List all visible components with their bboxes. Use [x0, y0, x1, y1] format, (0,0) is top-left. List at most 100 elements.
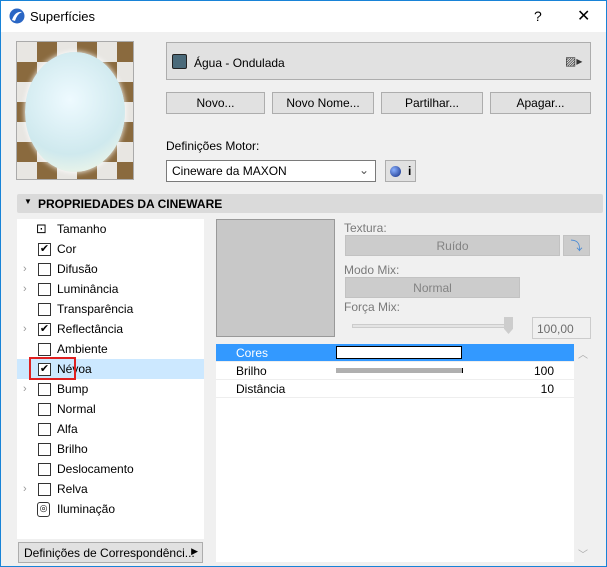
channel-item[interactable]: Alfa [17, 419, 204, 439]
mix-strength-slider[interactable] [352, 324, 512, 328]
engine-select[interactable]: Cineware da MAXON ⌄ [166, 160, 376, 182]
mix-mode-select[interactable]: Normal [345, 277, 520, 298]
brightness-bar[interactable] [336, 368, 463, 373]
expand-chevron-icon[interactable]: › [23, 383, 27, 395]
param-value: 100 [533, 364, 554, 378]
channel-label: Brilho [57, 442, 88, 456]
channel-item[interactable]: Ambiente [17, 339, 204, 359]
channel-item[interactable]: ✔ Cor [17, 239, 204, 259]
close-button[interactable]: ✕ [577, 6, 590, 26]
channel-item[interactable]: Deslocamento [17, 459, 204, 479]
texture-label: Textura: [344, 221, 387, 235]
channel-checkbox[interactable] [38, 342, 51, 356]
chevron-down-icon: ⌄ [359, 163, 370, 177]
mapping-settings-label: Definições de Correspondênci... [24, 545, 195, 560]
channel-list: ⊡ Tamanho ✔ Cor › Difusão › Luminância Transparê… [17, 219, 204, 539]
expand-chevron-icon[interactable]: › [23, 263, 27, 275]
channel-item[interactable]: Transparência [17, 299, 204, 319]
engine-select-value: Cineware da MAXON [172, 164, 287, 178]
channel-checkbox[interactable]: ✔ [38, 322, 51, 336]
expand-chevron-icon[interactable]: › [23, 283, 27, 295]
info-icon: i [407, 164, 412, 178]
mix-mode-label: Modo Mix: [344, 263, 400, 277]
texture-button[interactable]: Ruído [345, 235, 560, 256]
channel-item[interactable]: › Relva [17, 479, 204, 499]
param-value: 10 [540, 382, 554, 396]
channel-label: Relva [57, 482, 88, 496]
channel-item[interactable]: › Luminância [17, 279, 204, 299]
parameter-table: Cores Brilho 100 Distância 10 [216, 344, 574, 562]
texture-preview [216, 219, 335, 337]
new-button[interactable]: Novo... [166, 92, 265, 114]
help-button[interactable]: ? [534, 8, 542, 24]
param-name: Cores [236, 346, 269, 360]
channel-checkbox[interactable]: ✔ [38, 242, 51, 256]
mix-strength-field[interactable]: 100,00 [532, 317, 591, 339]
channel-checkbox[interactable] [38, 462, 51, 476]
scroll-up-icon[interactable]: ︿ [578, 346, 588, 361]
share-button[interactable]: Partilhar... [381, 92, 483, 114]
engine-label: Definições Motor: [166, 139, 260, 153]
window-title: Superfícies [30, 9, 96, 24]
channel-item[interactable]: › Difusão [17, 259, 204, 279]
channel-label: Alfa [57, 422, 78, 436]
mapping-settings-button[interactable]: Definições de Correspondênci... ▶ [18, 542, 203, 563]
color-swatch[interactable] [336, 346, 462, 359]
channel-item[interactable]: ⊡ Tamanho [17, 219, 204, 239]
surfaces-dialog: Superfícies ? ✕ Água - Ondulada ▨▸ Novo.… [0, 0, 607, 567]
channel-label: Deslocamento [57, 462, 134, 476]
channel-label: Ambiente [57, 342, 108, 356]
channel-item[interactable]: › ✔ Reflectância [17, 319, 204, 339]
cineware-icon [389, 165, 401, 177]
param-name: Distância [236, 382, 286, 396]
channel-label: Transparência [57, 302, 134, 316]
material-catalog-icon[interactable]: ▨▸ [565, 54, 582, 68]
title-bar: Superfícies ? ✕ [1, 1, 606, 32]
param-row-distancia[interactable]: Distância 10 [216, 380, 574, 398]
channel-checkbox[interactable] [38, 262, 51, 276]
channel-checkbox[interactable] [38, 442, 51, 456]
channel-label: Difusão [57, 262, 98, 276]
material-name: Água - Ondulada [194, 56, 285, 70]
preview-sphere [25, 52, 125, 172]
param-row-brilho[interactable]: Brilho 100 [216, 362, 574, 380]
lightbulb-icon: ◎ [37, 501, 50, 517]
scroll-down-icon[interactable]: ﹀ [578, 546, 588, 561]
channel-checkbox[interactable] [38, 282, 51, 296]
channel-label: Iluminação [57, 502, 116, 516]
archicad-logo-icon [9, 8, 25, 24]
expand-chevron-icon[interactable]: › [23, 483, 27, 495]
channel-checkbox[interactable] [38, 482, 51, 496]
channel-label: Reflectância [57, 322, 124, 336]
channel-item[interactable]: › Bump [17, 379, 204, 399]
table-scrollbar[interactable]: ︿ ﹀ [575, 344, 591, 562]
slider-thumb[interactable] [504, 317, 513, 334]
section-title: PROPRIEDADES DA CINEWARE [38, 197, 223, 211]
rename-button[interactable]: Novo Nome... [272, 92, 374, 114]
channel-checkbox[interactable] [38, 382, 51, 396]
material-selector[interactable]: Água - Ondulada ▨▸ [166, 42, 591, 80]
param-row-cores[interactable]: Cores [216, 344, 574, 362]
expand-chevron-icon[interactable]: › [23, 323, 27, 335]
channel-label: Tamanho [57, 222, 107, 236]
material-preview [16, 41, 134, 180]
texture-load-icon[interactable]: ⤵ [563, 235, 590, 256]
size-icon: ⊡ [36, 221, 47, 236]
channel-item[interactable]: Normal [17, 399, 204, 419]
channel-label: Luminância [57, 282, 119, 296]
arrow-right-icon: ▶ [191, 546, 198, 556]
delete-button[interactable]: Apagar... [490, 92, 591, 114]
channel-item[interactable]: ✔ Névoa [17, 357, 204, 380]
channel-label: Bump [57, 382, 89, 396]
param-name: Brilho [236, 364, 267, 378]
channel-checkbox[interactable] [38, 302, 51, 316]
section-header[interactable]: ▼ PROPRIEDADES DA CINEWARE [17, 194, 603, 213]
material-swatch [172, 54, 187, 69]
channel-item[interactable]: Brilho [17, 439, 204, 459]
channel-checkbox[interactable] [38, 402, 51, 416]
channel-item[interactable]: ◎ Iluminação [17, 499, 204, 519]
channel-label: Cor [57, 242, 77, 256]
engine-info-button[interactable]: i [385, 160, 416, 182]
channel-label: Normal [57, 402, 96, 416]
channel-checkbox[interactable] [38, 422, 51, 436]
